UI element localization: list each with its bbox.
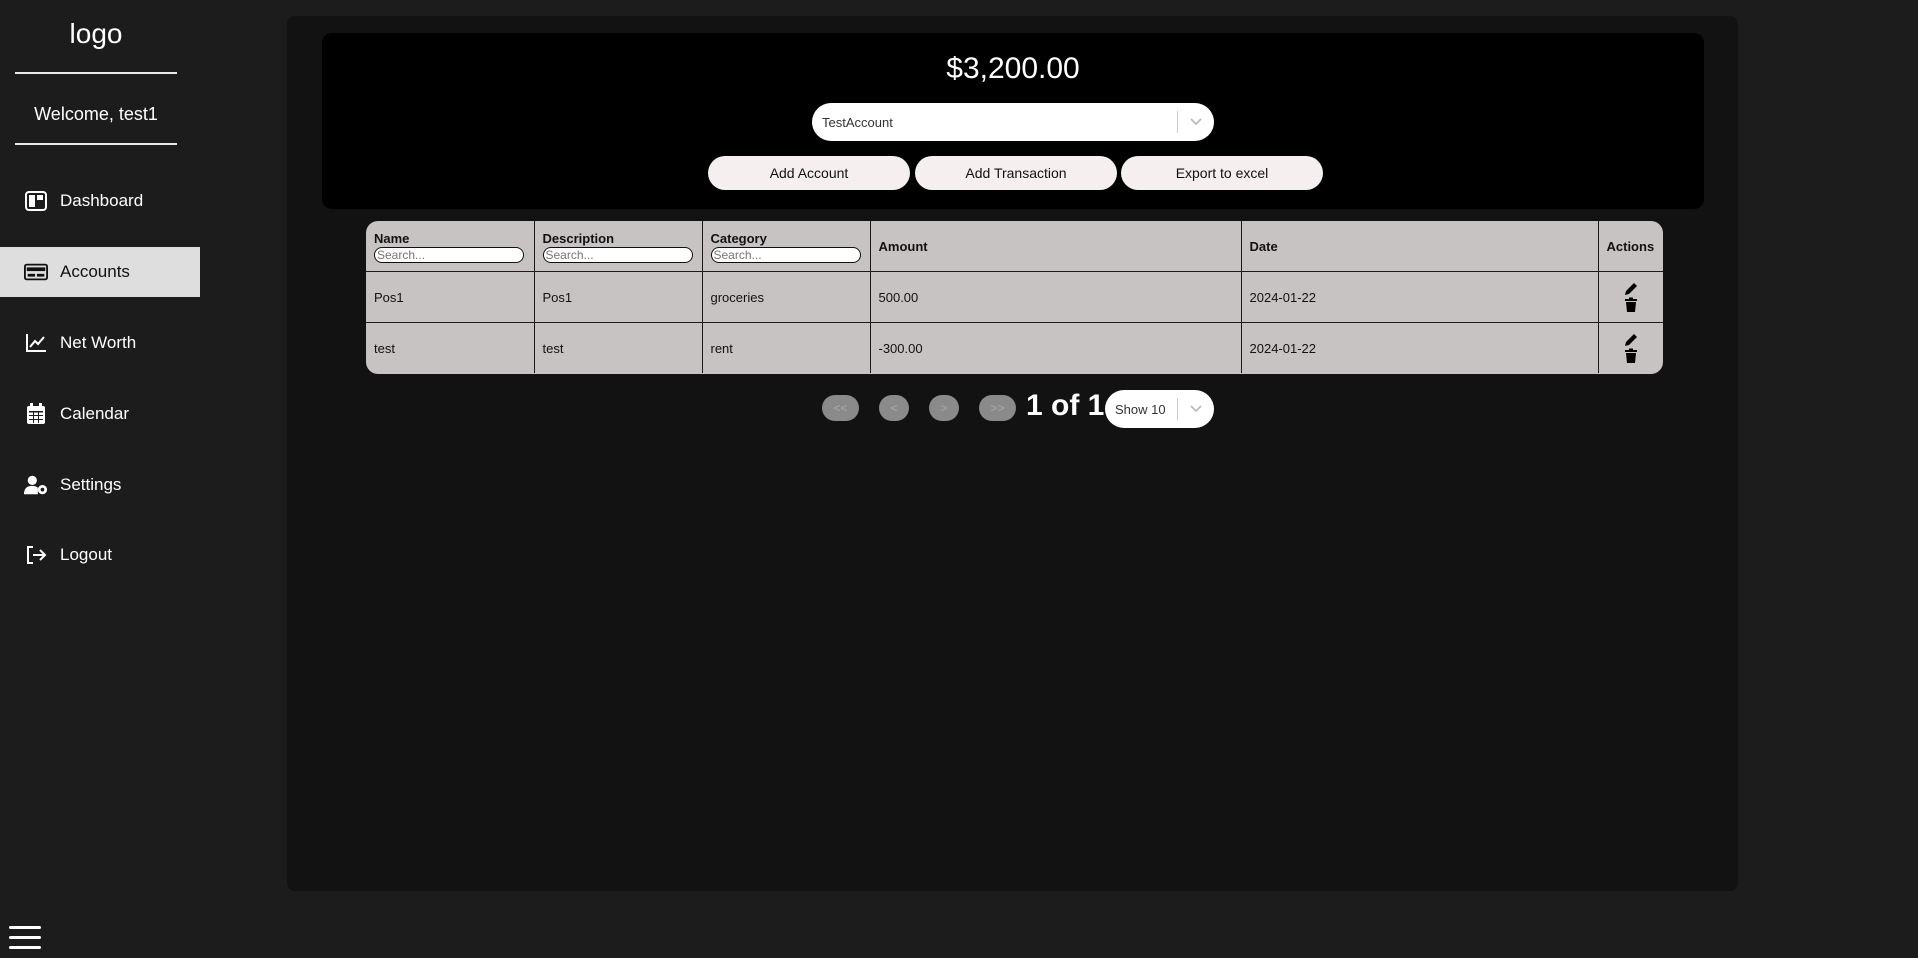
add-transaction-button[interactable]: Add Transaction — [915, 156, 1117, 190]
sidebar-item-label: Accounts — [60, 262, 130, 281]
page-size-value: Show 10 — [1115, 401, 1166, 417]
cell-category: rent — [701, 322, 871, 373]
export-excel-button[interactable]: Export to excel — [1121, 156, 1323, 190]
column-header-amount[interactable]: Amount — [869, 221, 1242, 272]
account-header: $3,200.00 TestAccount Add Account Add Tr… — [322, 33, 1704, 209]
category-search-input[interactable] — [710, 247, 861, 263]
column-header-actions: Actions — [1597, 221, 1663, 272]
table-header-row: Name Description Category Amount Date Ac… — [366, 221, 1663, 272]
chevron-down-icon[interactable] — [1178, 390, 1214, 428]
divider — [15, 72, 177, 74]
trash-icon[interactable] — [1623, 348, 1639, 364]
cell-actions — [1597, 322, 1663, 373]
account-select[interactable]: TestAccount — [812, 103, 1214, 141]
next-page-button[interactable]: > — [929, 395, 959, 421]
cell-description: Pos1 — [533, 271, 703, 323]
welcome-text: Welcome, test1 — [34, 104, 158, 124]
table-row: test test rent -300.00 2024-01-22 — [366, 322, 1663, 373]
logo: logo — [69, 18, 123, 49]
page-size-select[interactable]: Show 10 — [1105, 390, 1214, 428]
transactions-table: Name Description Category Amount Date Ac… — [366, 221, 1663, 374]
sidebar-item-label: Logout — [60, 545, 112, 564]
divider — [15, 143, 177, 145]
sidebar-item-settings[interactable]: Settings — [0, 460, 200, 510]
column-header-date[interactable]: Date — [1240, 221, 1599, 272]
sidebar-item-logout[interactable]: Logout — [0, 530, 200, 580]
page-indicator: 1 of 1 — [1026, 389, 1105, 422]
column-header-category: Category — [701, 221, 871, 272]
name-search-input[interactable] — [374, 247, 524, 263]
edit-icon[interactable] — [1623, 332, 1639, 348]
column-header-description: Description — [533, 221, 703, 272]
sidebar-item-label: Net Worth — [60, 333, 137, 352]
description-search-input[interactable] — [542, 247, 693, 263]
sidebar-item-calendar[interactable]: Calendar — [0, 389, 200, 439]
sidebar-item-net-worth[interactable]: Net Worth — [0, 318, 200, 368]
first-page-button[interactable]: << — [822, 395, 859, 421]
chart-line-icon — [24, 331, 48, 355]
logout-icon — [24, 543, 48, 567]
cell-actions — [1597, 271, 1663, 323]
sidebar-item-label: Dashboard — [60, 191, 144, 210]
column-header-name: Name — [366, 221, 535, 272]
account-balance: $3,200.00 — [946, 52, 1080, 85]
add-account-button[interactable]: Add Account — [708, 156, 910, 190]
user-gear-icon — [24, 473, 48, 497]
card-icon — [24, 260, 48, 284]
account-select-value: TestAccount — [822, 114, 893, 130]
sidebar-item-dashboard[interactable]: Dashboard — [0, 176, 200, 226]
last-page-button[interactable]: >> — [979, 395, 1016, 421]
sidebar-item-label: Calendar — [60, 404, 129, 423]
column-label: Name — [374, 231, 410, 246]
calendar-icon — [24, 402, 48, 426]
cell-description: test — [533, 322, 703, 373]
cell-amount: -300.00 — [869, 322, 1242, 373]
edit-icon[interactable] — [1623, 281, 1639, 297]
table-row: Pos1 Pos1 groceries 500.00 2024-01-22 — [366, 271, 1663, 323]
cell-amount: 500.00 — [869, 271, 1242, 323]
column-label: Category — [710, 231, 767, 246]
trash-icon[interactable] — [1623, 297, 1639, 313]
cell-date: 2024-01-22 — [1240, 271, 1599, 323]
sidebar: logo Welcome, test1 Dashboard Accounts N… — [0, 0, 200, 958]
cell-date: 2024-01-22 — [1240, 322, 1599, 373]
cell-name: test — [366, 322, 535, 373]
cell-category: groceries — [701, 271, 871, 323]
dashboard-icon — [24, 189, 48, 213]
chevron-down-icon[interactable] — [1178, 103, 1214, 141]
column-label: Description — [542, 231, 615, 246]
menu-icon[interactable] — [9, 924, 43, 952]
prev-page-button[interactable]: < — [879, 395, 909, 421]
sidebar-item-label: Settings — [60, 475, 122, 494]
cell-name: Pos1 — [366, 271, 535, 323]
sidebar-item-accounts[interactable]: Accounts — [0, 247, 200, 297]
